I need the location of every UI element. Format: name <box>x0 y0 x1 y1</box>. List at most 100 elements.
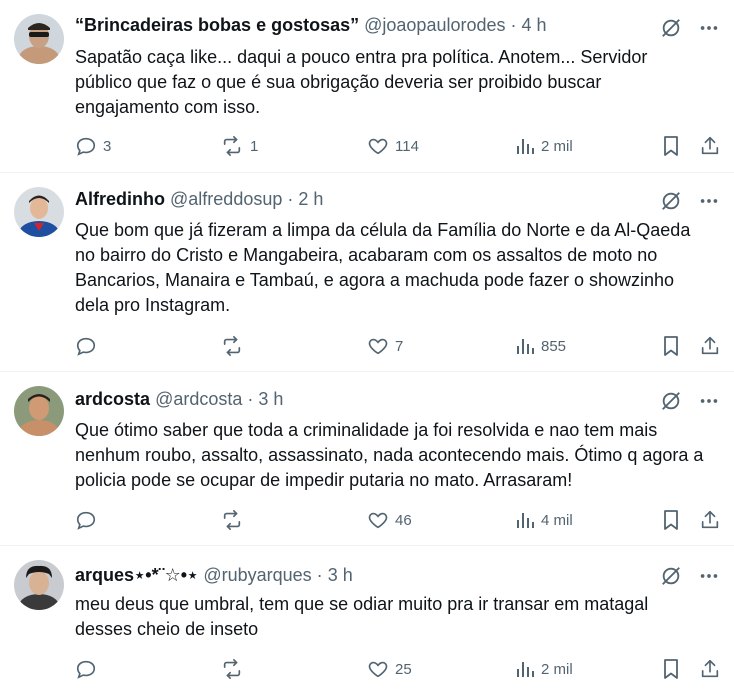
tweet-text-line: no bairro do Cristo e Mangabeira, acabar… <box>75 245 658 265</box>
repost-icon <box>220 509 244 531</box>
reply-icon <box>75 509 97 531</box>
more-icon[interactable] <box>698 565 720 587</box>
grok-icon[interactable] <box>660 565 682 587</box>
tweet[interactable]: “Brincadeiras bobas e gostosas” @joaopau… <box>0 0 734 173</box>
avatar[interactable] <box>14 386 64 436</box>
tweet-text-line: Que ótimo saber que toda a criminalidade… <box>75 420 658 440</box>
like-count: 114 <box>395 137 419 155</box>
handle[interactable]: @ardcosta <box>155 389 242 409</box>
bookmark-button[interactable] <box>661 656 681 682</box>
tweet-text-line: policia pode se ocupar de impedir putari… <box>75 470 573 490</box>
share-button[interactable] <box>699 656 721 682</box>
handle[interactable]: @alfreddosup <box>170 189 282 209</box>
like-count: 46 <box>395 511 412 529</box>
views-count: 2 mil <box>541 137 573 155</box>
reply-button[interactable] <box>75 333 103 359</box>
bookmark-button[interactable] <box>661 333 681 359</box>
bookmark-icon <box>661 658 681 680</box>
like-button[interactable]: 46 <box>367 507 412 533</box>
tweet-text-line: nenhum roubo, assalto, assassinato, nada… <box>75 445 704 465</box>
views-icon <box>515 659 535 679</box>
tweet-text-line: público que faz o que é sua obrigação de… <box>75 72 602 92</box>
tweet[interactable]: Alfredinho @alfreddosup · 2 h Que bom qu… <box>0 173 734 372</box>
more-icon[interactable] <box>698 390 720 412</box>
bookmark-button[interactable] <box>661 133 681 159</box>
grok-icon[interactable] <box>660 190 682 212</box>
tweet-actions: 25 2 mil <box>75 656 725 682</box>
avatar[interactable] <box>14 14 64 64</box>
tweet-top-icons <box>660 390 720 412</box>
more-icon[interactable] <box>698 17 720 39</box>
share-icon <box>699 509 721 531</box>
timestamp[interactable]: 4 h <box>522 15 547 35</box>
share-icon <box>699 658 721 680</box>
tweet-text-line: meu deus que umbral, tem que se odiar mu… <box>75 594 649 614</box>
share-button[interactable] <box>699 333 721 359</box>
handle[interactable]: @joaopaulorodes <box>364 15 505 35</box>
repost-icon <box>220 135 244 157</box>
repost-icon <box>220 335 244 357</box>
repost-button[interactable]: 1 <box>220 133 258 159</box>
like-button[interactable]: 114 <box>367 133 419 159</box>
reply-count: 3 <box>103 137 112 155</box>
tweet-top-icons <box>660 17 720 39</box>
views-button[interactable]: 2 mil <box>515 656 573 682</box>
tweet-text-line: dela pro Instagram. <box>75 295 231 315</box>
views-button[interactable]: 855 <box>515 333 566 359</box>
like-button[interactable]: 7 <box>367 333 403 359</box>
display-name[interactable]: “Brincadeiras bobas e gostosas” <box>75 15 359 35</box>
separator: · <box>510 15 517 35</box>
views-count: 4 mil <box>541 511 573 529</box>
views-count: 855 <box>541 337 567 355</box>
grok-icon[interactable] <box>660 17 682 39</box>
like-icon <box>367 509 389 531</box>
views-button[interactable]: 4 mil <box>515 507 573 533</box>
separator: · <box>316 565 323 585</box>
more-icon[interactable] <box>698 190 720 212</box>
avatar[interactable] <box>14 560 64 610</box>
reply-button[interactable] <box>75 507 103 533</box>
like-icon <box>367 658 389 680</box>
reply-button[interactable] <box>75 656 103 682</box>
views-icon <box>515 336 535 356</box>
tweet-text-line: desses cheio de inseto <box>75 619 259 639</box>
grok-icon[interactable] <box>660 390 682 412</box>
repost-button[interactable] <box>220 507 250 533</box>
tweet[interactable]: arques⋆•*¨☆•⋆ @rubyarques · 3 h meu deus… <box>0 546 734 698</box>
reply-button[interactable]: 3 <box>75 133 111 159</box>
bookmark-button[interactable] <box>661 507 681 533</box>
timestamp[interactable]: 3 h <box>328 565 353 585</box>
handle[interactable]: @rubyarques <box>203 565 311 585</box>
share-icon <box>699 335 721 357</box>
like-count: 7 <box>395 337 404 355</box>
bookmark-icon <box>661 135 681 157</box>
bookmark-icon <box>661 335 681 357</box>
tweet-actions: 7 855 <box>75 333 725 359</box>
repost-count: 1 <box>250 137 259 155</box>
views-count: 2 mil <box>541 660 573 678</box>
like-button[interactable]: 25 <box>367 656 412 682</box>
display-name[interactable]: arques⋆•*¨☆•⋆ <box>75 565 198 585</box>
avatar[interactable] <box>14 187 64 237</box>
tweet-text: meu deus que umbral, tem que se odiar mu… <box>75 592 720 642</box>
display-name[interactable]: Alfredinho <box>75 189 165 209</box>
share-button[interactable] <box>699 507 721 533</box>
tweet-text: Que ótimo saber que toda a criminalidade… <box>75 418 720 493</box>
tweet[interactable]: ardcosta @ardcosta · 3 h Que ótimo saber… <box>0 372 734 546</box>
views-button[interactable]: 2 mil <box>515 133 573 159</box>
share-button[interactable] <box>699 133 721 159</box>
bookmark-icon <box>661 509 681 531</box>
reply-icon <box>75 135 97 157</box>
like-icon <box>367 135 389 157</box>
timestamp[interactable]: 2 h <box>298 189 323 209</box>
repost-button[interactable] <box>220 333 250 359</box>
share-icon <box>699 135 721 157</box>
tweet-text-line: Que bom que já fizeram a limpa da célula… <box>75 220 691 240</box>
reply-icon <box>75 658 97 680</box>
separator: · <box>247 389 254 409</box>
repost-button[interactable] <box>220 656 250 682</box>
timestamp[interactable]: 3 h <box>258 389 283 409</box>
display-name[interactable]: ardcosta <box>75 389 150 409</box>
like-icon <box>367 335 389 357</box>
views-icon <box>515 136 535 156</box>
